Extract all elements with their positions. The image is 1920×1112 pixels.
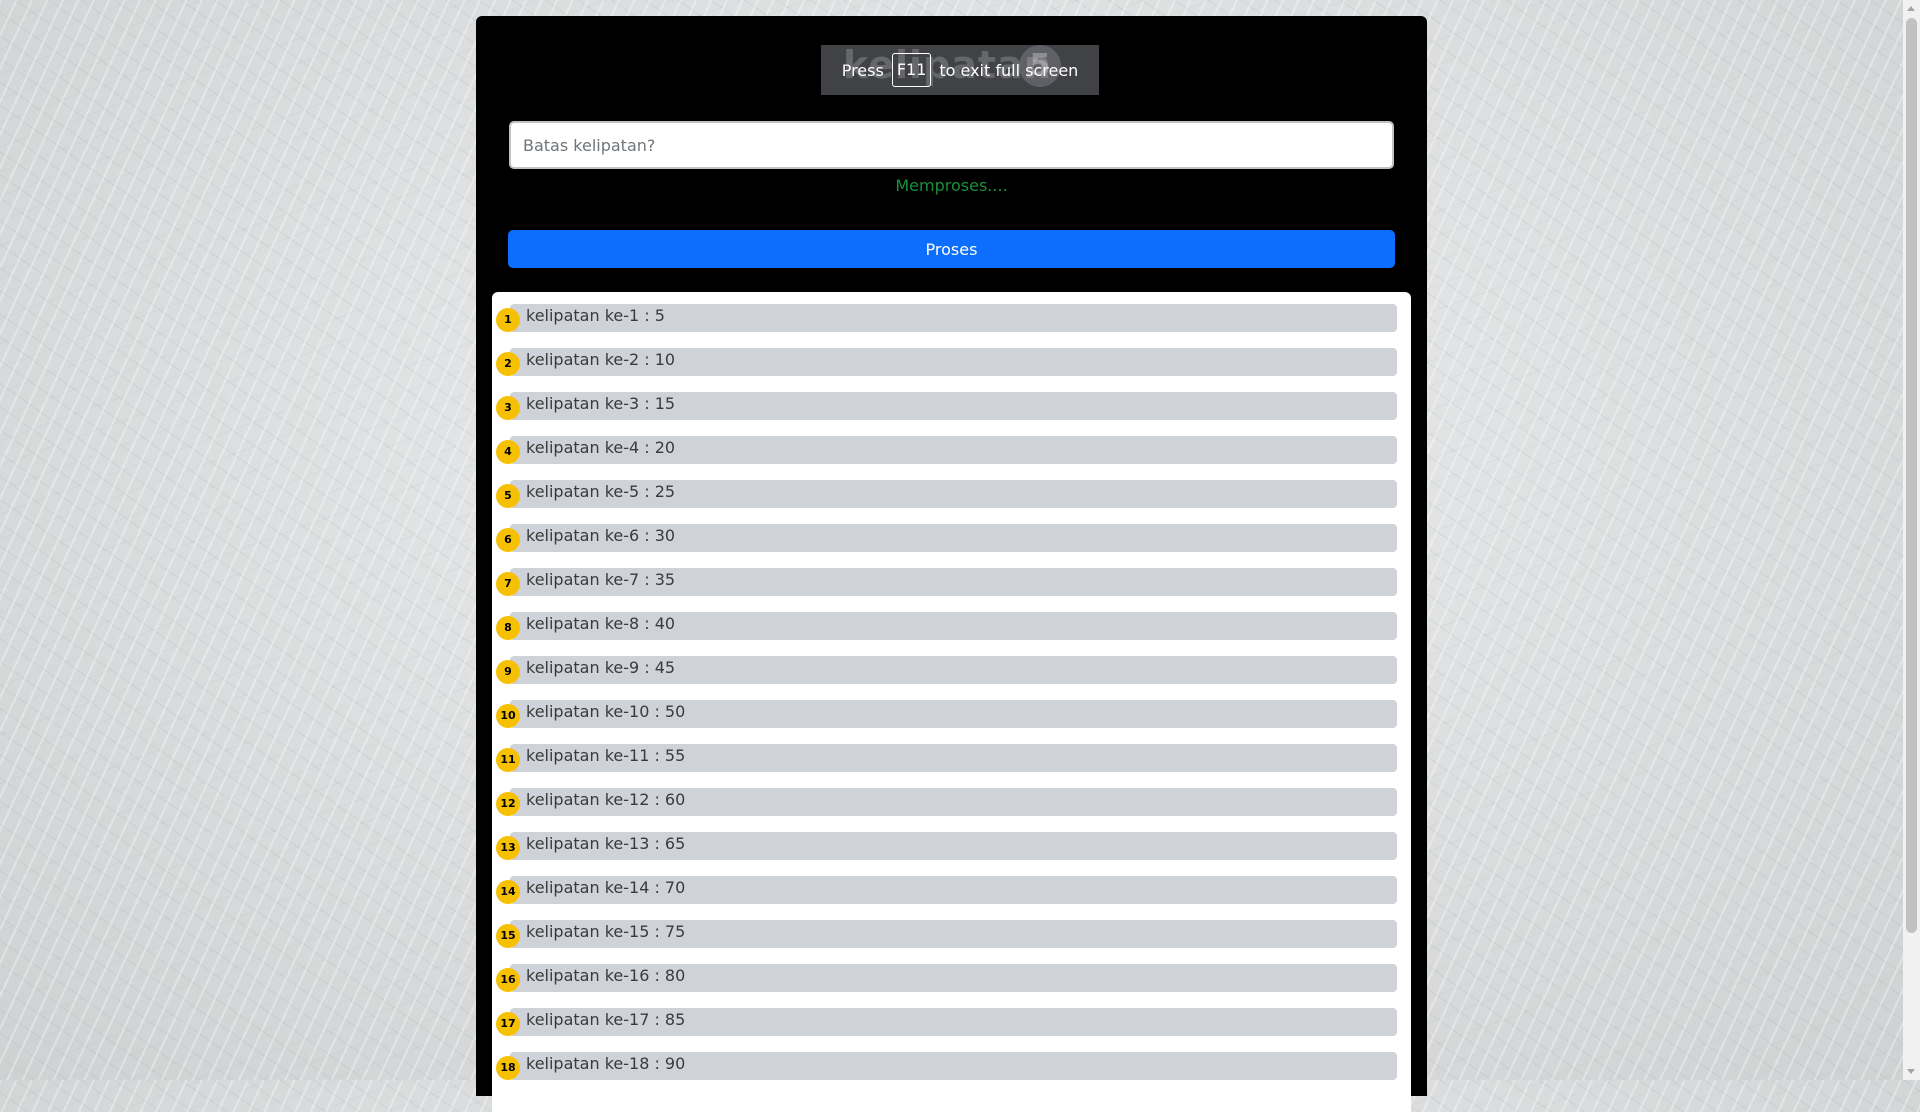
list-item-label: kelipatan ke-6 : 30 (526, 526, 676, 545)
list-item-label: kelipatan ke-15 : 75 (526, 922, 686, 941)
list-item-number-badge: 7 (496, 572, 520, 596)
list-item-number-badge: 17 (496, 1012, 520, 1036)
list-item: 4 kelipatan ke-4 : 20 (496, 436, 1397, 464)
list-item-label: kelipatan ke-13 : 65 (526, 834, 686, 853)
list-item-label: kelipatan ke-5 : 25 (526, 482, 676, 501)
list-item-label: kelipatan ke-2 : 10 (526, 350, 676, 369)
limit-input[interactable] (511, 123, 1392, 167)
list-item-number-badge: 9 (496, 660, 520, 684)
list-item: 18 kelipatan ke-18 : 90 (496, 1052, 1397, 1080)
list-item: 15 kelipatan ke-15 : 75 (496, 920, 1397, 948)
f11-key: F11 (891, 53, 932, 87)
list-item-label: kelipatan ke-16 : 80 (526, 966, 686, 985)
list-item: 7 kelipatan ke-7 : 35 (496, 568, 1397, 596)
list-item-label: kelipatan ke-10 : 50 (526, 702, 686, 721)
list-item: 1 kelipatan ke-1 : 5 (496, 304, 1397, 332)
list-item-number-badge: 14 (496, 880, 520, 904)
list-item: 6 kelipatan ke-6 : 30 (496, 524, 1397, 552)
results-list: 1 kelipatan ke-1 : 5 2 kelipatan ke-2 : 10 3… (492, 292, 1411, 1112)
list-item-label: kelipatan ke-1 : 5 (526, 306, 665, 325)
list-item: 9 kelipatan ke-9 : 45 (496, 656, 1397, 684)
list-item: 16 kelipatan ke-16 : 80 (496, 964, 1397, 992)
list-item-number-badge: 2 (496, 352, 520, 376)
list-item-label: kelipatan ke-12 : 60 (526, 790, 686, 809)
list-item-number-badge: 3 (496, 396, 520, 420)
list-item: 3 kelipatan ke-3 : 15 (496, 392, 1397, 420)
list-item: 8 kelipatan ke-8 : 40 (496, 612, 1397, 640)
list-item: 17 kelipatan ke-17 : 85 (496, 1008, 1397, 1036)
notice-press-text: Press (841, 60, 884, 80)
list-item-number-badge: 11 (496, 748, 520, 772)
list-item-number-badge: 12 (496, 792, 520, 816)
list-item: 2 kelipatan ke-2 : 10 (496, 348, 1397, 376)
list-item: 11 kelipatan ke-11 : 55 (496, 744, 1397, 772)
list-item: 12 kelipatan ke-12 : 60 (496, 788, 1397, 816)
list-item: 13 kelipatan ke-13 : 65 (496, 832, 1397, 860)
list-item-label: kelipatan ke-11 : 55 (526, 746, 686, 765)
list-item-label: kelipatan ke-17 : 85 (526, 1010, 686, 1029)
limit-input-wrapper (509, 121, 1394, 169)
list-item-label: kelipatan ke-8 : 40 (526, 614, 676, 633)
scroll-up-icon[interactable] (1907, 6, 1915, 11)
process-button[interactable]: Proses (508, 230, 1395, 268)
list-item-number-badge: 6 (496, 528, 520, 552)
list-item-label: kelipatan ke-7 : 35 (526, 570, 676, 589)
list-item: 10 kelipatan ke-10 : 50 (496, 700, 1397, 728)
list-item-number-badge: 16 (496, 968, 520, 992)
main-card: kelipatan 5 Press F11 to exit full scree… (476, 16, 1427, 1112)
notice-rest-text: to exit full screen (939, 60, 1079, 80)
list-item: 14 kelipatan ke-14 : 70 (496, 876, 1397, 904)
list-item-label: kelipatan ke-3 : 15 (526, 394, 676, 413)
list-item-label: kelipatan ke-9 : 45 (526, 658, 676, 677)
list-item: 5 kelipatan ke-5 : 25 (496, 480, 1397, 508)
list-item-number-badge: 1 (496, 308, 520, 332)
scrollbar-thumb[interactable] (1906, 18, 1917, 933)
scroll-down-icon[interactable] (1907, 1069, 1915, 1074)
list-item-number-badge: 4 (496, 440, 520, 464)
list-item-number-badge: 5 (496, 484, 520, 508)
list-item-label: kelipatan ke-14 : 70 (526, 878, 686, 897)
list-item-number-badge: 8 (496, 616, 520, 640)
list-item-label: kelipatan ke-18 : 90 (526, 1054, 686, 1073)
list-item-number-badge: 13 (496, 836, 520, 860)
list-item-number-badge: 15 (496, 924, 520, 948)
page-scrollbar[interactable] (1903, 0, 1920, 1080)
list-item-number-badge: 18 (496, 1056, 520, 1080)
list-item-number-badge: 10 (496, 704, 520, 728)
list-item-label: kelipatan ke-4 : 20 (526, 438, 676, 457)
status-text: Memproses.... (895, 176, 1008, 195)
fullscreen-notice: kelipatan 5 Press F11 to exit full scree… (821, 45, 1099, 95)
